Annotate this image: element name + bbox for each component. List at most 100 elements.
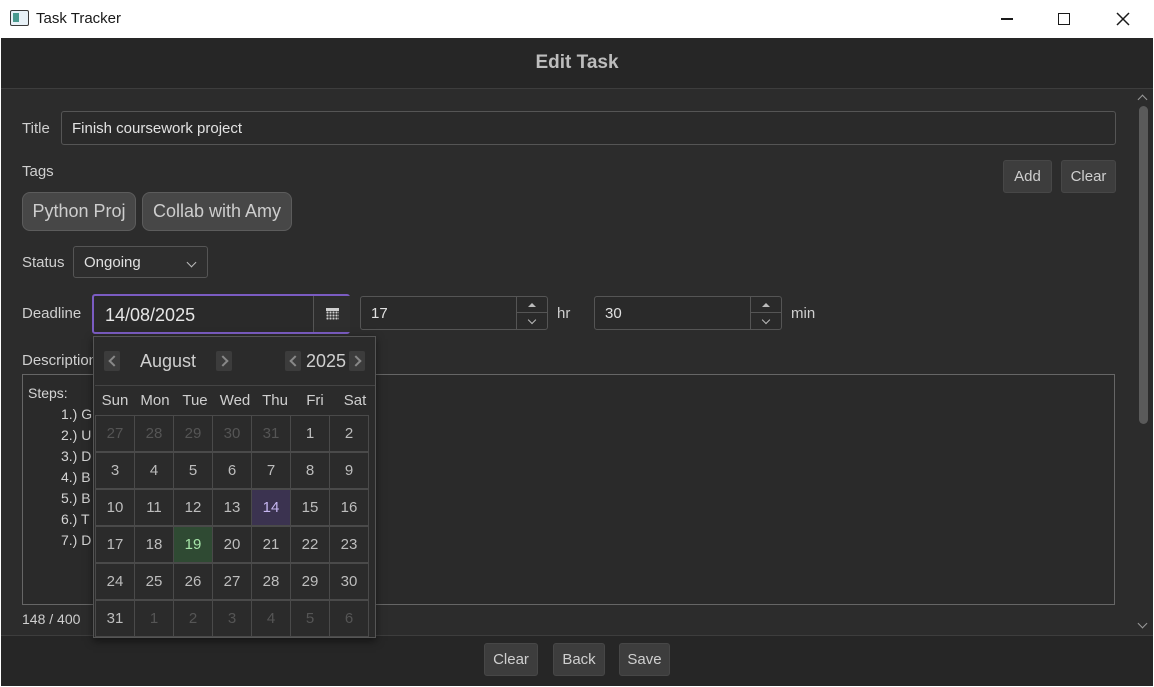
- status-value: Ongoing: [84, 253, 141, 271]
- calendar-day[interactable]: 1: [290, 415, 330, 452]
- scroll-down-icon[interactable]: [1137, 618, 1148, 629]
- weekday-label: Sat: [343, 392, 367, 409]
- back-button[interactable]: Back: [553, 643, 605, 676]
- maximize-button[interactable]: [1035, 0, 1093, 38]
- calendar-day[interactable]: 3: [212, 600, 252, 637]
- minute-spinbox[interactable]: 30: [594, 296, 782, 330]
- char-count: 148 / 400: [22, 611, 81, 627]
- deadline-label: Deadline: [22, 305, 82, 322]
- status-select[interactable]: Ongoing: [73, 246, 208, 278]
- minute-decrement-button[interactable]: [751, 313, 781, 329]
- calendar-day[interactable]: 17: [95, 526, 135, 563]
- calendar-day[interactable]: 12: [173, 489, 213, 526]
- app-icon: [10, 10, 29, 26]
- calendar-day[interactable]: 16: [329, 489, 369, 526]
- tag-chip[interactable]: Collab with Amy: [142, 192, 292, 231]
- calendar-day[interactable]: 22: [290, 526, 330, 563]
- description-line: Steps:: [28, 385, 68, 401]
- title-input-value: Finish coursework project: [72, 119, 243, 137]
- next-month-button[interactable]: [216, 351, 232, 371]
- prev-year-button[interactable]: [285, 351, 301, 371]
- calendar-day[interactable]: 28: [251, 563, 291, 600]
- page-title: Edit Task: [535, 52, 619, 73]
- calendar-day[interactable]: 27: [212, 563, 252, 600]
- prev-month-button[interactable]: [104, 351, 120, 371]
- calendar-year[interactable]: 2025: [306, 351, 346, 372]
- vertical-scrollbar[interactable]: [1136, 90, 1151, 635]
- calendar-day[interactable]: 21: [251, 526, 291, 563]
- title-input[interactable]: Finish coursework project: [61, 111, 1116, 145]
- calendar-day[interactable]: 29: [173, 415, 213, 452]
- calendar-month[interactable]: August: [140, 351, 196, 372]
- chevron-down-icon: [186, 257, 197, 268]
- deadline-date-input[interactable]: 14/08/2025: [92, 294, 350, 334]
- minimize-button[interactable]: [978, 0, 1036, 38]
- calendar-day[interactable]: 15: [290, 489, 330, 526]
- description-line: 3.) D: [61, 448, 92, 464]
- hour-spinbox[interactable]: 17: [360, 296, 548, 330]
- minute-increment-button[interactable]: [751, 297, 781, 313]
- add-tag-button[interactable]: Add: [1003, 160, 1052, 193]
- calendar-day[interactable]: 2: [173, 600, 213, 637]
- calendar-day[interactable]: 4: [134, 452, 174, 489]
- calendar-day[interactable]: 19: [173, 526, 213, 563]
- weekday-header: Sun Mon Tue Wed Thu Fri Sat: [95, 385, 375, 415]
- calendar-day[interactable]: 10: [95, 489, 135, 526]
- calendar-day[interactable]: 14: [251, 489, 291, 526]
- calendar-day[interactable]: 6: [329, 600, 369, 637]
- calendar-header: August 2025: [94, 337, 375, 385]
- calendar-week-row: 24 25 26 27 28 29 30: [95, 563, 375, 600]
- hour-value: 17: [371, 305, 388, 322]
- calendar-day[interactable]: 6: [212, 452, 252, 489]
- clear-tags-button[interactable]: Clear: [1061, 160, 1116, 193]
- calendar-day[interactable]: 26: [173, 563, 213, 600]
- calendar-day[interactable]: 29: [290, 563, 330, 600]
- calendar-day[interactable]: 1: [134, 600, 174, 637]
- window-title: Task Tracker: [36, 10, 122, 27]
- calendar-popup: August 2025 Sun Mon Tue Wed Thu Fri Sat 27 28 29…: [93, 336, 376, 638]
- chevron-down-icon: [761, 315, 771, 324]
- calendar-day[interactable]: 31: [95, 600, 135, 637]
- deadline-date-value: 14/08/2025: [105, 305, 196, 325]
- calendar-day[interactable]: 28: [134, 415, 174, 452]
- calendar-button[interactable]: [313, 296, 350, 332]
- calendar-day[interactable]: 24: [95, 563, 135, 600]
- tag-chip[interactable]: Python Proj: [22, 192, 136, 231]
- status-label: Status: [22, 254, 65, 271]
- calendar-day[interactable]: 8: [290, 452, 330, 489]
- calendar-day[interactable]: 2: [329, 415, 369, 452]
- save-button[interactable]: Save: [619, 643, 670, 676]
- clear-button[interactable]: Clear: [484, 643, 538, 676]
- window-titlebar: Task Tracker: [0, 0, 1154, 38]
- calendar-day[interactable]: 30: [212, 415, 252, 452]
- scroll-up-icon[interactable]: [1137, 94, 1148, 105]
- weekday-label: Fri: [306, 392, 324, 409]
- minimize-icon: [1001, 18, 1013, 20]
- description-line: 6.) T: [61, 511, 90, 527]
- calendar-day[interactable]: 11: [134, 489, 174, 526]
- calendar-day[interactable]: 23: [329, 526, 369, 563]
- calendar-day[interactable]: 25: [134, 563, 174, 600]
- page-header: Edit Task: [1, 38, 1153, 89]
- calendar-day[interactable]: 9: [329, 452, 369, 489]
- calendar-day[interactable]: 20: [212, 526, 252, 563]
- calendar-day[interactable]: 30: [329, 563, 369, 600]
- calendar-day[interactable]: 31: [251, 415, 291, 452]
- next-year-button[interactable]: [349, 351, 365, 371]
- scrollbar-thumb[interactable]: [1139, 106, 1148, 424]
- calendar-week-row: 17 18 19 20 21 22 23: [95, 526, 375, 563]
- hour-increment-button[interactable]: [517, 297, 547, 313]
- calendar-day[interactable]: 13: [212, 489, 252, 526]
- calendar-day[interactable]: 18: [134, 526, 174, 563]
- title-label: Title: [22, 120, 50, 137]
- hour-decrement-button[interactable]: [517, 313, 547, 329]
- calendar-day[interactable]: 27: [95, 415, 135, 452]
- calendar-grid: Sun Mon Tue Wed Thu Fri Sat 27 28 29 30 31 1 2 3 4 5 6 7 8…: [95, 385, 375, 637]
- calendar-day[interactable]: 5: [173, 452, 213, 489]
- app-body: Edit Task Title Finish coursework projec…: [1, 38, 1153, 686]
- calendar-day[interactable]: 5: [290, 600, 330, 637]
- close-button[interactable]: [1094, 0, 1152, 38]
- calendar-day[interactable]: 7: [251, 452, 291, 489]
- calendar-day[interactable]: 4: [251, 600, 291, 637]
- calendar-day[interactable]: 3: [95, 452, 135, 489]
